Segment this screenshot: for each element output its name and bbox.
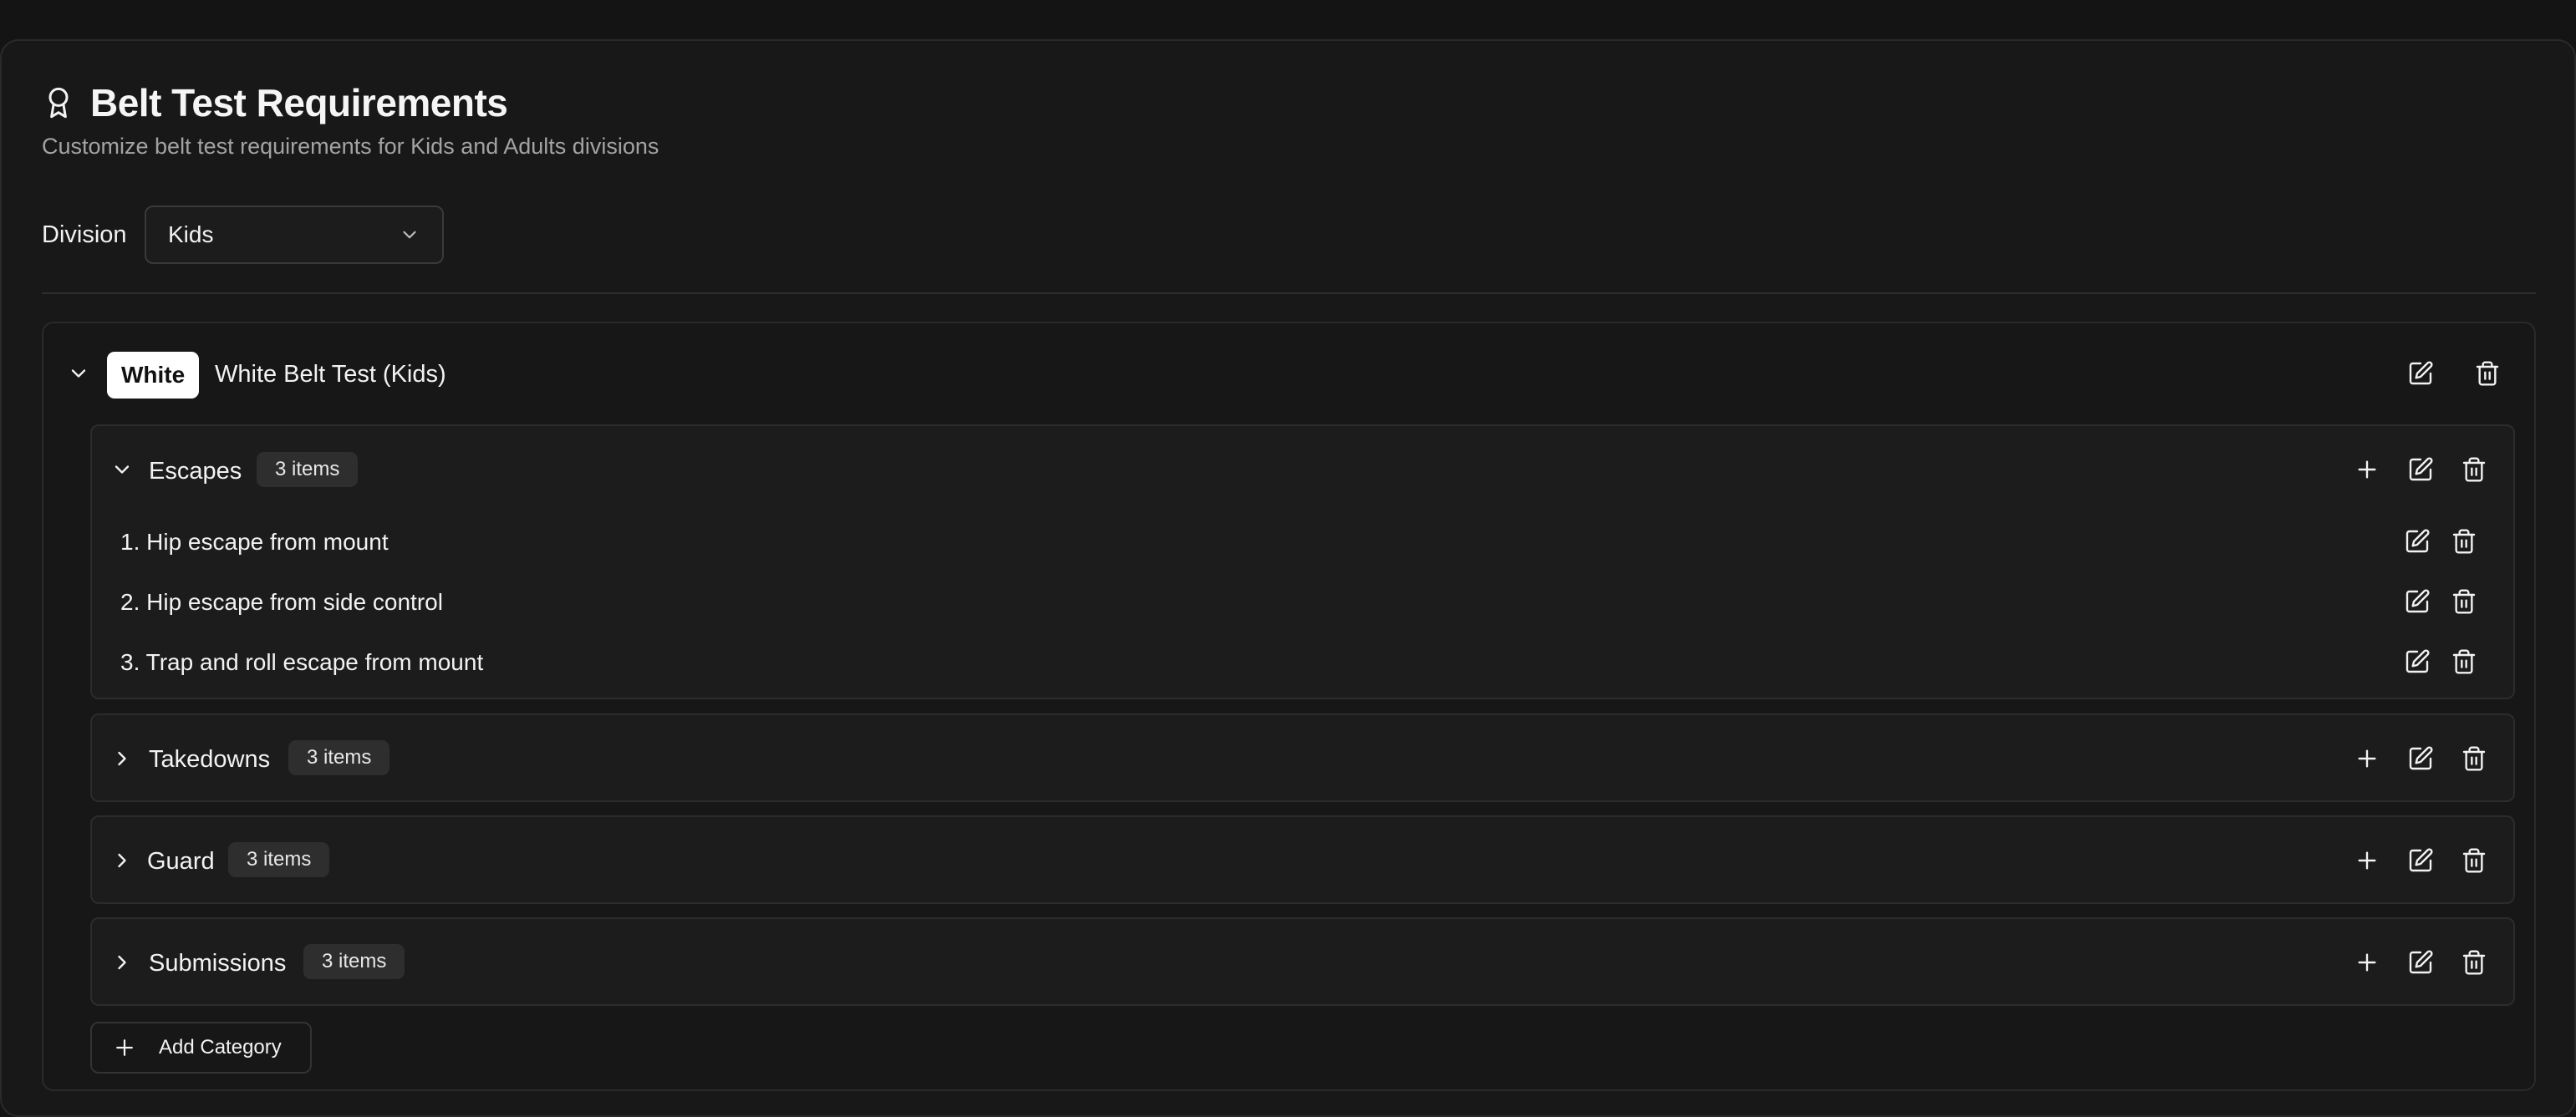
page-subtitle: Customize belt test requirements for Kid… xyxy=(42,134,659,159)
award-icon xyxy=(48,87,69,119)
belt-name: White Belt Test (Kids) xyxy=(215,361,446,388)
delete-item-button[interactable] xyxy=(2449,586,2479,617)
add-item-button[interactable] xyxy=(2352,845,2382,876)
edit-category-button[interactable] xyxy=(2405,947,2436,977)
edit-icon xyxy=(2405,589,2430,613)
plus-icon xyxy=(2358,851,2376,870)
edit-category-button[interactable] xyxy=(2405,845,2436,876)
item-count-badge: 3 items xyxy=(303,944,405,979)
add-category-label: Add Category xyxy=(159,1036,282,1059)
item-count-badge: 3 items xyxy=(228,842,330,877)
trash-icon xyxy=(2452,649,2476,674)
plus-icon xyxy=(2358,749,2376,768)
add-item-button[interactable] xyxy=(2352,454,2382,485)
edit-category-button[interactable] xyxy=(2405,744,2436,774)
category-guard[interactable]: Guard 3 items xyxy=(90,815,2515,904)
division-selected-value: Kids xyxy=(168,221,214,247)
belt-header[interactable]: White White Belt Test (Kids) xyxy=(43,323,2534,424)
trash-icon xyxy=(2462,848,2486,873)
title-row: Belt Test Requirements xyxy=(42,80,508,125)
add-category-button[interactable]: Add Category xyxy=(90,1022,312,1074)
item-count-badge: 3 items xyxy=(257,452,359,487)
chevron-right-icon[interactable] xyxy=(110,849,134,872)
trash-icon xyxy=(2452,589,2476,614)
delete-item-button[interactable] xyxy=(2449,647,2479,677)
item-count-badge: 3 items xyxy=(288,740,390,775)
division-select[interactable]: Kids xyxy=(145,206,444,264)
belt-badge: White xyxy=(107,352,200,399)
chevron-down-icon xyxy=(403,231,416,239)
category-name: Takedowns xyxy=(149,746,271,773)
list-item: 2. Hip escape from side control xyxy=(120,589,443,615)
delete-category-button[interactable] xyxy=(2459,947,2489,977)
edit-belt-button[interactable] xyxy=(2405,358,2436,388)
edit-category-button[interactable] xyxy=(2405,454,2436,485)
delete-category-button[interactable] xyxy=(2459,454,2489,485)
trash-icon xyxy=(2476,361,2499,386)
page-title: Belt Test Requirements xyxy=(90,81,508,124)
edit-item-button[interactable] xyxy=(2402,526,2432,556)
category-name: Escapes xyxy=(149,458,242,485)
edit-icon xyxy=(2409,848,2433,872)
add-item-button[interactable] xyxy=(2352,744,2382,774)
chevron-down-icon[interactable] xyxy=(110,458,134,481)
add-item-button[interactable] xyxy=(2352,947,2382,977)
edit-icon xyxy=(2409,457,2433,481)
edit-icon xyxy=(2409,950,2433,974)
division-label: Division xyxy=(42,221,127,248)
plus-icon xyxy=(116,1039,133,1056)
edit-icon xyxy=(2405,649,2430,673)
list-item: 3. Trap and roll escape from mount xyxy=(120,649,484,675)
edit-item-button[interactable] xyxy=(2402,586,2432,617)
category-escapes: Escapes 3 items 1. Hip escape from mount… xyxy=(90,424,2515,699)
category-takedowns[interactable]: Takedowns 3 items xyxy=(90,713,2515,802)
edit-icon xyxy=(2409,746,2433,770)
category-submissions[interactable]: Submissions 3 items xyxy=(90,917,2515,1006)
trash-icon xyxy=(2462,746,2486,771)
delete-category-button[interactable] xyxy=(2459,744,2489,774)
edit-item-button[interactable] xyxy=(2402,647,2432,677)
plus-icon xyxy=(2358,460,2376,479)
chevron-down-icon[interactable] xyxy=(67,362,90,385)
list-item: 1. Hip escape from mount xyxy=(120,529,389,555)
trash-icon xyxy=(2462,457,2486,482)
trash-icon xyxy=(2462,950,2486,975)
belt-panel: White White Belt Test (Kids) Escapes 3 i… xyxy=(42,322,2536,1091)
divider xyxy=(42,292,2536,294)
plus-icon xyxy=(2358,953,2376,972)
category-name: Guard xyxy=(147,848,215,875)
chevron-right-icon[interactable] xyxy=(110,951,134,974)
edit-icon xyxy=(2409,361,2433,385)
chevron-right-icon[interactable] xyxy=(110,747,134,770)
category-name: Submissions xyxy=(149,950,287,977)
delete-belt-button[interactable] xyxy=(2472,358,2502,388)
delete-category-button[interactable] xyxy=(2459,845,2489,876)
delete-item-button[interactable] xyxy=(2449,526,2479,556)
trash-icon xyxy=(2452,529,2476,554)
edit-icon xyxy=(2405,529,2430,553)
